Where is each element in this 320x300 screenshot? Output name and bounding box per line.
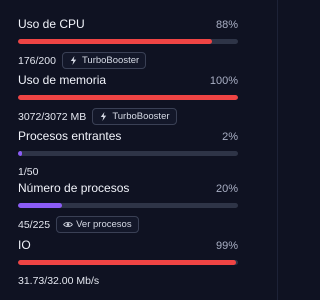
- metric-percent: 99%: [215, 240, 238, 252]
- progress-fill: [18, 151, 23, 156]
- progress-track: [18, 95, 238, 100]
- metric-percent: 20%: [215, 183, 238, 195]
- metric-cpu: Uso de CPU 88% 176/200 TurboBooster: [18, 17, 238, 69]
- metric-label: Procesos entrantes: [18, 129, 122, 143]
- metric-percent: 88%: [215, 19, 238, 31]
- metric-io: IO 99% 31.73/32.00 Mb/s: [18, 238, 238, 287]
- metric-label: IO: [18, 238, 31, 252]
- bolt-icon: [69, 56, 78, 65]
- progress-fill: [18, 260, 236, 265]
- turbobooster-label: TurboBooster: [81, 55, 140, 66]
- metric-value: 176/200: [18, 54, 56, 67]
- metric-value: 1/50: [18, 166, 39, 178]
- turbobooster-button[interactable]: TurboBooster: [92, 108, 177, 125]
- bolt-icon: [99, 112, 108, 121]
- resource-usage-panel: Uso de CPU 88% 176/200 TurboBooster Uso …: [0, 0, 278, 300]
- metric-label: Uso de CPU: [18, 17, 85, 31]
- progress-fill: [18, 39, 212, 44]
- metric-value: 31.73/32.00 Mb/s: [18, 275, 100, 287]
- view-processes-button[interactable]: Ver procesos: [56, 216, 139, 233]
- metric-value: 45/225: [18, 218, 51, 231]
- metric-value: 3072/3072 MB: [18, 110, 87, 123]
- progress-fill: [18, 95, 238, 100]
- metric-memory: Uso de memoria 100% 3072/3072 MB TurboBo…: [18, 73, 238, 125]
- turbobooster-label: TurboBooster: [112, 111, 170, 122]
- metric-label: Número de procesos: [18, 181, 130, 195]
- progress-track: [18, 203, 238, 208]
- progress-track: [18, 260, 238, 265]
- metric-label: Uso de memoria: [18, 73, 107, 87]
- progress-fill: [18, 203, 62, 208]
- metric-percent: 2%: [222, 131, 238, 143]
- view-processes-label: Ver procesos: [76, 219, 132, 230]
- metric-process-count: Número de procesos 20% 45/225 Ver proces…: [18, 181, 238, 233]
- progress-track: [18, 151, 238, 156]
- eye-icon: [63, 220, 73, 229]
- turbobooster-button[interactable]: TurboBooster: [61, 52, 147, 69]
- progress-track: [18, 39, 238, 44]
- metric-incoming-processes: Procesos entrantes 2% 1/50: [18, 129, 238, 178]
- metric-percent: 100%: [209, 75, 238, 87]
